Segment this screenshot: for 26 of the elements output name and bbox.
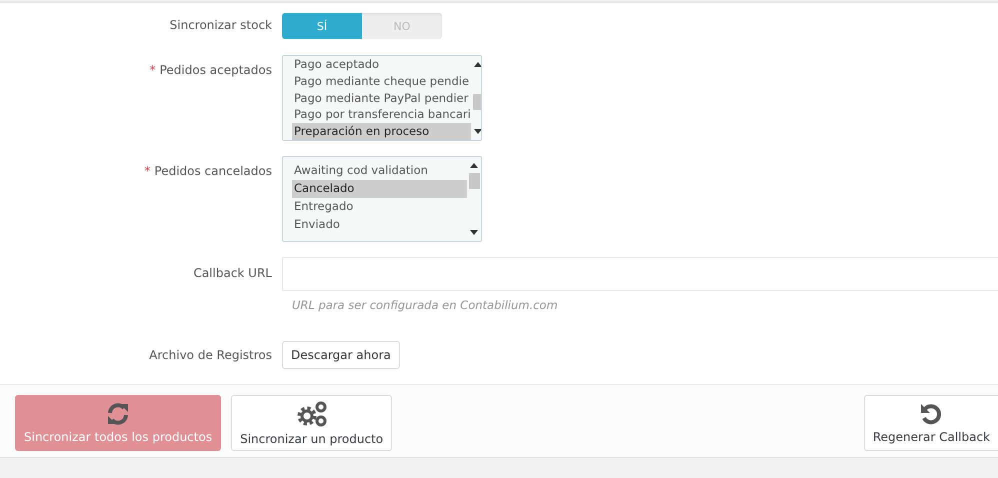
multi-select-list[interactable]: Pago aceptado Pago mediante cheque pendie Pago mediante PayPal pendier Pago por transferencia bancari Preparación en proceso	[282, 55, 482, 141]
action-button[interactable]: Sincronizar un producto	[231, 395, 392, 451]
field-label: Archivo de Registros	[148, 347, 273, 362]
list-option[interactable]: Pago mediante PayPal pendier	[292, 90, 471, 106]
url-input-field[interactable]	[282, 257, 998, 291]
undo-icon	[919, 402, 944, 426]
list-option[interactable]: Preparación en proceso	[292, 123, 471, 140]
field-label: Pedidos aceptados	[160, 63, 272, 77]
list-option[interactable]: Pago aceptado	[292, 56, 471, 73]
list-option[interactable]: Awaiting cod validation	[292, 162, 467, 180]
required-mark: *	[150, 63, 156, 77]
action-button[interactable]: Regenerar Callback	[864, 395, 998, 451]
list-option[interactable]: Enviado	[292, 216, 467, 234]
required-mark: *	[144, 164, 150, 178]
help-text: URL para ser configurada en Contabilium.com	[292, 298, 559, 312]
field-label: Callback URL	[192, 265, 273, 280]
field-label: Sincronizar stock	[168, 17, 273, 32]
list-option[interactable]: Pago mediante cheque pendie	[292, 72, 471, 90]
gears-icon	[296, 400, 328, 428]
list-option[interactable]: Cancelado	[292, 180, 467, 198]
list-option[interactable]: Entregado	[292, 198, 467, 216]
download-button[interactable]: Descargar ahora	[282, 341, 400, 369]
list-option[interactable]: Pago por transferencia bancari	[292, 106, 471, 124]
field-label: Pedidos cancelados	[154, 164, 272, 178]
refresh-icon	[106, 402, 130, 426]
multi-select-list[interactable]: Awaiting cod validation Cancelado Entregado Enviado	[282, 156, 482, 242]
